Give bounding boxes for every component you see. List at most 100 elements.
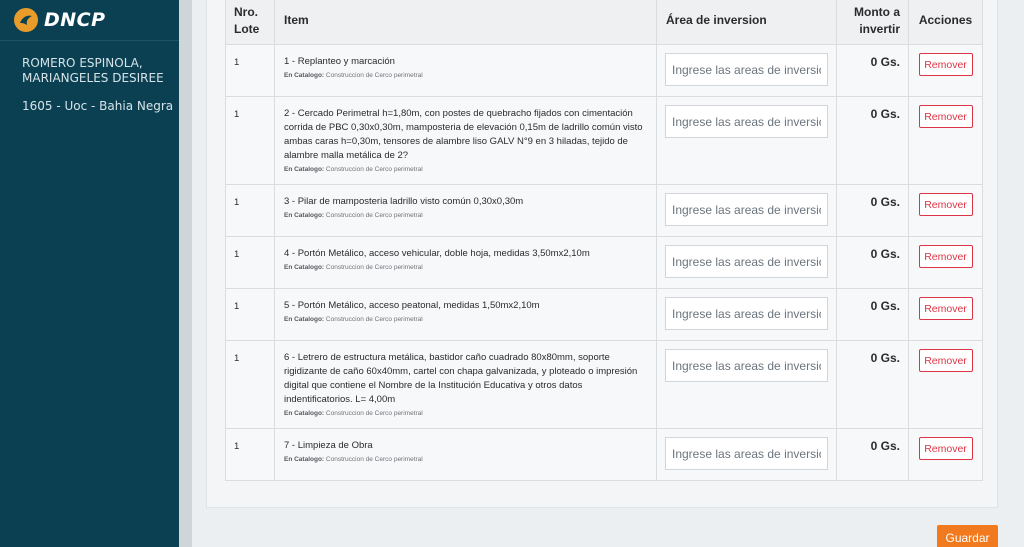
item-description: 6 - Letrero de estructura metálica, bast… bbox=[284, 352, 638, 405]
remove-button[interactable]: Remover bbox=[918, 105, 973, 128]
row-actions: Remover bbox=[908, 288, 983, 341]
row-item: 7 - Limpieza de Obra En Catalogo: Constru… bbox=[274, 428, 657, 481]
brand-name: DNCP bbox=[44, 9, 106, 31]
area-input[interactable] bbox=[665, 437, 828, 470]
item-catalog: En Catalogo: Construccion de Cerco perim… bbox=[284, 72, 648, 79]
header-monto: Monto a invertir bbox=[836, 0, 909, 45]
remove-button[interactable]: Remover bbox=[918, 297, 973, 320]
row-actions: Remover bbox=[908, 184, 983, 237]
table-row: 12 - Cercado Perimetral h=1,80m, con pos… bbox=[225, 96, 983, 185]
row-actions: Remover bbox=[908, 340, 983, 429]
row-area bbox=[656, 184, 837, 237]
items-table: Nro. Lote Item Área de inversion Monto a… bbox=[225, 0, 983, 481]
save-button[interactable]: Guardar bbox=[937, 525, 998, 547]
row-area bbox=[656, 96, 837, 185]
catalog-value: Construccion de Cerco perimetral bbox=[325, 264, 423, 271]
row-monto: 0 Gs. bbox=[836, 236, 909, 289]
catalog-prefix: En Catalogo: bbox=[284, 316, 325, 323]
sidebar: DNCP ROMERO ESPINOLA, MARIANGELES DESIRE… bbox=[0, 0, 179, 547]
catalog-value: Construccion de Cerco perimetral bbox=[325, 166, 423, 173]
table-row: 1 7 - Limpieza de Obra En Catalogo: Constr… bbox=[225, 428, 983, 481]
catalog-value: Construccion de Cerco perimetral bbox=[325, 456, 423, 463]
row-item: 4 - Portón Metálico, acceso vehicular, d… bbox=[274, 236, 657, 289]
item-catalog: En Catalogo: Construccion de Cerco perim… bbox=[284, 456, 648, 463]
area-input[interactable] bbox=[665, 349, 828, 382]
item-description: 1 - Replanteo y marcación bbox=[284, 56, 395, 67]
row-monto: 0 Gs. bbox=[836, 184, 909, 237]
header-acciones: Acciones bbox=[908, 0, 983, 45]
dncp-logo-icon bbox=[14, 8, 38, 32]
row-actions: Remover bbox=[908, 44, 983, 97]
catalog-prefix: En Catalogo: bbox=[284, 410, 325, 417]
catalog-value: Construccion de Cerco perimetral bbox=[325, 72, 423, 79]
header-area: Área de inversion bbox=[656, 0, 837, 45]
row-lote: 1 bbox=[225, 236, 275, 289]
row-monto: 0 Gs. bbox=[836, 288, 909, 341]
remove-button[interactable]: Remover bbox=[918, 437, 973, 460]
remove-button[interactable]: Remover bbox=[918, 193, 973, 216]
catalog-prefix: En Catalogo: bbox=[284, 72, 325, 79]
table-row: 1 3 - Pilar de mamposteria ladrillo visto… bbox=[225, 184, 983, 237]
remove-button[interactable]: Remover bbox=[918, 245, 973, 268]
area-input[interactable] bbox=[665, 297, 828, 330]
remove-button[interactable]: Remover bbox=[918, 53, 973, 76]
row-item: 3 - Pilar de mamposteria ladrillo visto … bbox=[274, 184, 657, 237]
header-lote: Nro. Lote bbox=[225, 0, 275, 45]
remove-button[interactable]: Remover bbox=[918, 349, 973, 372]
row-actions: Remover bbox=[908, 236, 983, 289]
table-row: 16 - Letrero de estructura metálica, bas… bbox=[225, 340, 983, 429]
table-row: 1 4 - Portón Metálico, acceso vehicular, … bbox=[225, 236, 983, 289]
user-name: ROMERO ESPINOLA, MARIANGELES DESIREE bbox=[22, 56, 164, 85]
brand-logo[interactable]: DNCP bbox=[0, 0, 179, 41]
row-area bbox=[656, 44, 837, 97]
catalog-prefix: En Catalogo: bbox=[284, 166, 325, 173]
row-lote: 1 bbox=[225, 96, 275, 185]
sidebar-gutter bbox=[179, 0, 192, 547]
catalog-prefix: En Catalogo: bbox=[284, 456, 325, 463]
table-header-row: Nro. Lote Item Área de inversion Monto a… bbox=[225, 0, 983, 45]
row-actions: Remover bbox=[908, 96, 983, 185]
row-lote: 1 bbox=[225, 428, 275, 481]
row-item: 1 - Replanteo y marcación En Catalogo: Co… bbox=[274, 44, 657, 97]
row-monto: 0 Gs. bbox=[836, 96, 909, 185]
user-unit: 1605 - Uoc - Bahia Negra bbox=[22, 99, 174, 113]
row-lote: 1 bbox=[225, 288, 275, 341]
row-actions: Remover bbox=[908, 428, 983, 481]
area-input[interactable] bbox=[665, 193, 828, 226]
item-description: 4 - Portón Metálico, acceso vehicular, d… bbox=[284, 248, 590, 259]
row-lote: 1 bbox=[225, 340, 275, 429]
area-input[interactable] bbox=[665, 53, 828, 86]
row-monto: 0 Gs. bbox=[836, 44, 909, 97]
row-monto: 0 Gs. bbox=[836, 340, 909, 429]
row-monto: 0 Gs. bbox=[836, 428, 909, 481]
area-input[interactable] bbox=[665, 105, 828, 138]
table-row: 1 1 - Replanteo y marcación En Catalogo: C… bbox=[225, 44, 983, 97]
catalog-value: Construccion de Cerco perimetral bbox=[325, 212, 423, 219]
row-item: 5 - Portón Metálico, acceso peatonal, me… bbox=[274, 288, 657, 341]
catalog-value: Construccion de Cerco perimetral bbox=[325, 316, 423, 323]
row-area bbox=[656, 428, 837, 481]
catalog-prefix: En Catalogo: bbox=[284, 264, 325, 271]
item-description: 5 - Portón Metálico, acceso peatonal, me… bbox=[284, 300, 540, 311]
catalog-prefix: En Catalogo: bbox=[284, 212, 325, 219]
area-input[interactable] bbox=[665, 245, 828, 278]
table-row: 1 5 - Portón Metálico, acceso peatonal, m… bbox=[225, 288, 983, 341]
header-item: Item bbox=[274, 0, 657, 45]
catalog-value: Construccion de Cerco perimetral bbox=[325, 410, 423, 417]
row-lote: 1 bbox=[225, 44, 275, 97]
row-item: 2 - Cercado Perimetral h=1,80m, con post… bbox=[274, 96, 657, 185]
row-item: 6 - Letrero de estructura metálica, bast… bbox=[274, 340, 657, 429]
item-catalog: En Catalogo: Construccion de Cerco perim… bbox=[284, 212, 648, 219]
item-catalog: En Catalogo: Construccion de Cerco perim… bbox=[284, 166, 648, 173]
row-area bbox=[656, 288, 837, 341]
item-catalog: En Catalogo: Construccion de Cerco perim… bbox=[284, 410, 648, 417]
row-area bbox=[656, 340, 837, 429]
row-area bbox=[656, 236, 837, 289]
items-card: Nro. Lote Item Área de inversion Monto a… bbox=[206, 0, 998, 508]
item-catalog: En Catalogo: Construccion de Cerco perim… bbox=[284, 316, 648, 323]
item-description: 3 - Pilar de mamposteria ladrillo visto … bbox=[284, 196, 524, 207]
item-description: 2 - Cercado Perimetral h=1,80m, con post… bbox=[284, 108, 643, 161]
row-lote: 1 bbox=[225, 184, 275, 237]
item-catalog: En Catalogo: Construccion de Cerco perim… bbox=[284, 264, 648, 271]
item-description: 7 - Limpieza de Obra bbox=[284, 440, 373, 451]
